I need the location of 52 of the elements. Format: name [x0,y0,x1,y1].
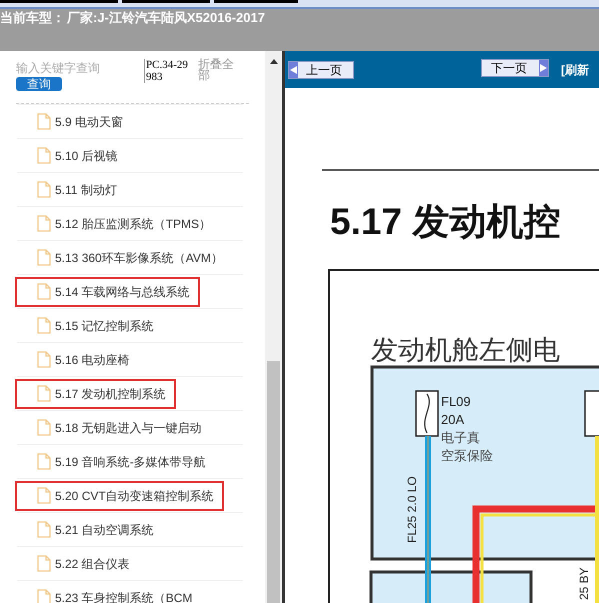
tree-item[interactable]: 5.11 制动灯 [17,174,117,204]
document-icon [37,249,51,266]
tree-item[interactable]: 5.9 电动天窗 [17,106,124,136]
document-icon [37,215,51,232]
document-icon [37,555,51,572]
document-icon [37,147,51,164]
fuse-name: 空泵保险 [441,449,493,464]
scroll-thumb[interactable] [267,361,280,603]
window-tab[interactable] [0,0,118,3]
tree-item[interactable]: 5.21 自动空调系统 [17,514,154,544]
previous-page-button[interactable]: 上一页 [288,60,354,78]
tree-item[interactable]: 5.19 音响系统-多媒体带导航 [17,446,206,476]
document-icon [37,283,51,300]
arrow-left-icon [289,62,298,78]
scrollbar[interactable] [265,51,282,603]
window-tab[interactable] [214,0,298,3]
tree-item[interactable]: 5.22 组合仪表 [17,548,130,578]
document-icon [37,419,51,436]
tree-item[interactable]: 5.15 记忆控制系统 [17,310,154,340]
wire-label: FL25 2.0 LO [405,476,419,543]
tree-item[interactable]: 5.13 360环车影像系统（AVM） [17,242,223,272]
tree-item[interactable]: 5.10 后视镜 [17,140,118,170]
document-icon [37,385,51,402]
fuse-code: FL09 [441,394,471,409]
tree-item[interactable]: 5.17 发动机控制系统 [15,378,176,408]
scroll-up-icon[interactable] [270,59,278,64]
arrow-right-icon [539,60,548,76]
panel-label: 发动机舱左侧电 [371,335,560,366]
tree-item[interactable]: 5.12 胎压监测系统（TPMS） [17,208,212,238]
page-title: 5.17 发动机控 [330,201,560,242]
tree-item[interactable]: 5.14 车载网络与总线系统 [15,276,200,306]
document-icon [37,351,51,368]
document-icon [37,317,51,334]
model-name: 厂家:J-江铃汽车陆风X52016-2017 [67,9,265,28]
search-button[interactable]: 查询 [16,77,62,91]
search-field[interactable]: 输入关键字查询 [16,59,138,77]
document-icon [37,113,51,130]
document-icon [37,181,51,198]
code-text: PC.34-29983 [144,59,192,83]
window-tab[interactable] [122,0,210,3]
document-icon [37,521,51,538]
refresh-link[interactable]: [刷新 [561,60,589,78]
fuse-rating: 20A [441,412,464,427]
wire-label: 25 BY [577,567,591,600]
tree-item[interactable]: 5.20 CVT自动变速箱控制系统 [15,480,224,510]
model-label: 当前车型： [0,9,65,28]
fuse-name: 电子真 [441,431,480,446]
tree-item[interactable]: 5.18 无钥匙进入与一键启动 [17,412,202,442]
document-icon [37,453,51,470]
tree-item[interactable]: 5.16 电动座椅 [17,344,130,374]
next-page-button[interactable]: 下一页 [481,58,549,76]
document-icon [37,487,51,504]
